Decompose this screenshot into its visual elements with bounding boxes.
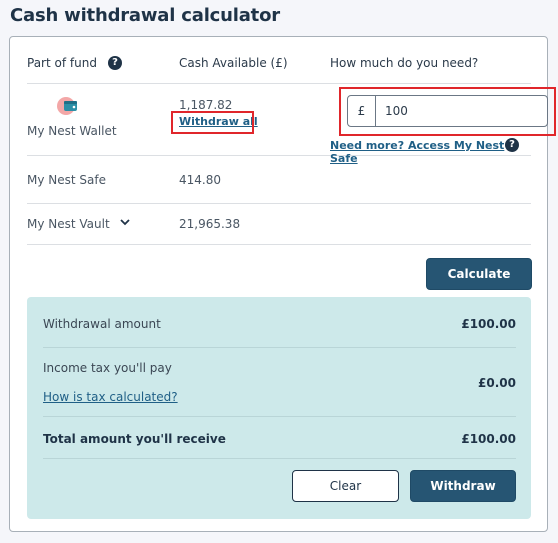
summary-panel: Withdrawal amount £100.00 Income tax you… <box>27 297 531 519</box>
fund-name-nest-safe: My Nest Safe <box>27 173 106 187</box>
highlight-box-amount-input <box>339 87 556 136</box>
help-icon[interactable]: ? <box>505 138 519 152</box>
calculator-card: Part of fund ? Cash Available (£) How mu… <box>9 36 556 532</box>
table-row-nest-wallet: My Nest Wallet 1,187.82 Withdraw all £ N… <box>27 84 556 165</box>
cash-value-nest-vault: 21,965.38 <box>179 217 241 231</box>
clear-button[interactable]: Clear <box>292 470 399 502</box>
fund-name-nest-vault: My Nest Vault <box>27 217 110 231</box>
highlight-box-withdraw-all <box>171 111 254 134</box>
header-part-of-fund: Part of fund <box>27 56 97 70</box>
page-title: Cash withdrawal calculator <box>10 5 280 26</box>
tax-calculation-link[interactable]: How is tax calculated? <box>43 390 178 404</box>
header-cash-available: Cash Available (£) <box>179 56 288 70</box>
header-how-much-needed: How much do you need? <box>330 56 479 70</box>
withdrawal-amount-label: Withdrawal amount <box>43 317 161 331</box>
wallet-icon <box>57 97 77 115</box>
withdraw-button[interactable]: Withdraw <box>410 470 516 502</box>
cash-value-nest-safe: 414.80 <box>179 173 221 187</box>
chevron-down-icon[interactable] <box>120 218 130 226</box>
calculate-button[interactable]: Calculate <box>426 258 532 290</box>
fund-name-nest-wallet: My Nest Wallet <box>27 124 117 138</box>
total-amount-label: Total amount you'll receive <box>43 432 226 446</box>
summary-row-total: Total amount you'll receive £100.00 <box>43 417 516 459</box>
income-tax-label: Income tax you'll pay <box>43 361 172 375</box>
withdrawal-amount-value: £100.00 <box>461 317 516 331</box>
income-tax-value: £0.00 <box>478 376 516 390</box>
table-header-row: Part of fund ? Cash Available (£) How mu… <box>27 37 531 84</box>
total-amount-value: £100.00 <box>461 432 516 446</box>
table-row-nest-vault: My Nest Vault 21,965.38 <box>27 204 531 245</box>
cash-value-nest-wallet: 1,187.82 <box>179 98 233 112</box>
summary-row-withdrawal: Withdrawal amount £100.00 <box>43 297 516 348</box>
help-icon[interactable]: ? <box>108 56 122 70</box>
summary-row-tax: Income tax you'll pay How is tax calcula… <box>43 348 516 417</box>
table-row-nest-safe: My Nest Safe 414.80 <box>27 156 531 204</box>
